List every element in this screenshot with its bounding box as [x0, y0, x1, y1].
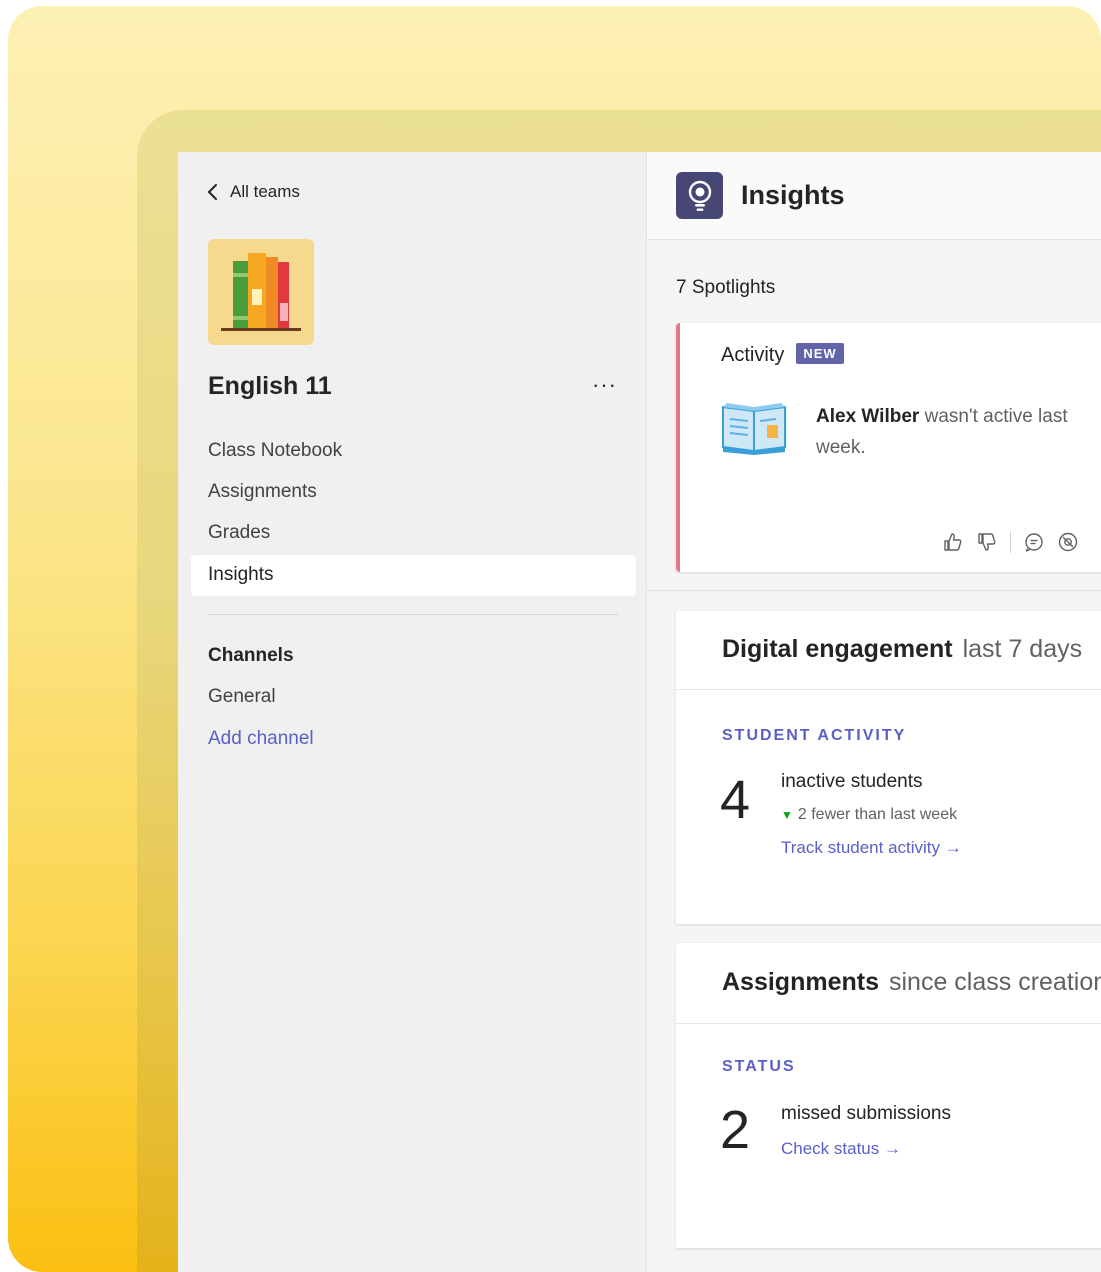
add-channel-link[interactable]: Add channel: [208, 728, 314, 750]
student-activity-label: STUDENT ACTIVITY: [722, 727, 907, 744]
spotlight-reactions: [942, 531, 1079, 553]
trend-text: 2 fewer than last week: [797, 806, 958, 823]
assignments-title: Assignments since class creation: [722, 968, 1101, 997]
spotlight-card-activity[interactable]: Activity NEW Alex Wilber wasn't active la…: [676, 323, 1101, 572]
comment-icon[interactable]: [1023, 531, 1045, 553]
spotlight-heading: Activity NEW: [721, 343, 844, 367]
sidebar-divider: [208, 614, 618, 615]
team-sidebar: All teams English 11 ··· Class Notebook …: [178, 152, 646, 1272]
new-badge: NEW: [796, 343, 844, 364]
digital-engagement-card: Digital engagement last 7 days STUDENT AC…: [676, 611, 1101, 924]
inactive-students-trend: ▼ 2 fewer than last week: [781, 806, 957, 824]
engagement-card-divider: [676, 689, 1101, 690]
lightbulb-icon: [688, 180, 711, 211]
nav-item-assignments[interactable]: Assignments: [208, 481, 317, 503]
nav-item-grades[interactable]: Grades: [208, 522, 270, 544]
more-options-button[interactable]: ···: [592, 374, 617, 396]
dismiss-icon[interactable]: [1057, 531, 1079, 553]
engagement-title-text: Digital engagement: [722, 635, 953, 663]
all-teams-back-link[interactable]: All teams: [206, 182, 300, 202]
teams-app-window: All teams English 11 ··· Class Notebook …: [178, 152, 1101, 1272]
channel-general[interactable]: General: [208, 686, 276, 708]
spotlight-message: Alex Wilber wasn't active last week.: [816, 401, 1101, 463]
spotlights-count: 7 Spotlights: [676, 277, 776, 298]
engagement-title: Digital engagement last 7 days: [722, 635, 1082, 664]
student-name: Alex Wilber: [816, 406, 920, 427]
nav-item-insights[interactable]: Insights: [208, 564, 273, 586]
assignments-card-divider: [676, 1023, 1101, 1024]
assignments-subtitle: since class creation: [888, 968, 1101, 996]
assignments-title-text: Assignments: [722, 968, 879, 996]
open-book-icon: [722, 403, 786, 455]
chevron-left-icon: [208, 184, 217, 200]
section-separator: [647, 590, 1101, 591]
nav-item-class-notebook[interactable]: Class Notebook: [208, 440, 342, 462]
channels-heading: Channels: [208, 645, 294, 666]
thumbs-up-icon[interactable]: [942, 531, 964, 553]
reaction-separator: [1010, 531, 1011, 553]
page-title: Insights: [741, 180, 845, 210]
engagement-subtitle: last 7 days: [962, 635, 1083, 663]
insights-header: Insights: [647, 152, 1101, 240]
books-icon: [221, 253, 301, 331]
insights-app-icon: [676, 172, 723, 219]
team-name: English 11: [208, 372, 332, 400]
missed-submissions-label: missed submissions: [781, 1103, 951, 1124]
inactive-students-count: 4: [720, 770, 751, 830]
missed-submissions-count: 2: [720, 1100, 751, 1160]
spotlight-heading-text: Activity: [721, 344, 785, 366]
check-status-link[interactable]: Check status →: [781, 1139, 901, 1159]
insights-main-panel: Insights 7 Spotlights Activity NEW Alex W…: [646, 152, 1101, 1272]
thumbs-down-icon[interactable]: [976, 531, 998, 553]
track-student-activity-link[interactable]: Track student activity →: [781, 838, 962, 858]
status-label: STATUS: [722, 1058, 796, 1075]
trend-down-icon: ▼: [781, 808, 793, 822]
assignments-card: Assignments since class creation STATUS 2…: [676, 943, 1101, 1248]
team-avatar[interactable]: [208, 239, 314, 345]
all-teams-label: All teams: [230, 182, 300, 201]
inactive-students-label: inactive students: [781, 771, 923, 792]
